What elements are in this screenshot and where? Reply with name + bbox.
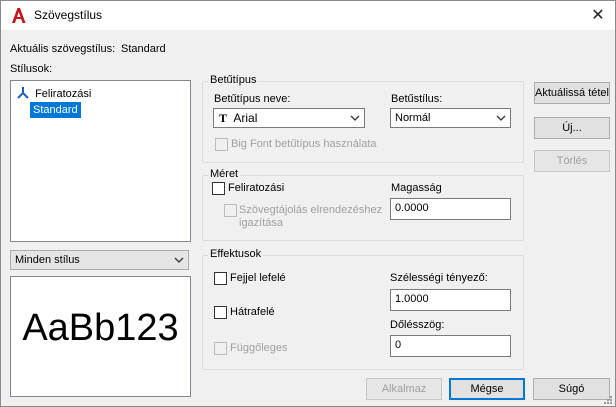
font-name-display: T Arial [219,111,257,126]
preview-text: AaBb123 [22,307,179,349]
match-orientation-label: Szövegtájolás elrendezéshez [239,204,383,216]
chevron-down-icon [350,115,360,121]
styles-label: Stílusok: [10,63,53,75]
upside-down-label: Fejjel lefelé [230,272,286,284]
text-style-dialog: Szövegstílus ✕ Aktuális szövegstílus: St… [0,0,616,407]
font-name-label: Betűtípus neve: [214,93,291,105]
effects-group-title: Effektusok [208,248,264,260]
title-bar: Szövegstílus ✕ [1,1,615,30]
annotative-checkbox[interactable] [212,182,225,195]
vertical-label: Függőleges [230,342,288,354]
close-button[interactable]: ✕ [581,1,615,30]
backwards-checkbox[interactable] [214,306,227,319]
autocad-logo-icon [12,8,26,23]
font-style-label: Betűstílus: [391,93,443,105]
vertical-checkbox[interactable] [214,342,227,355]
style-filter-select[interactable]: Minden stílus [10,250,189,270]
big-font-label: Big Font betűtípus használata [231,138,377,150]
width-factor-label: Szélességi tényező: [390,272,488,284]
list-item-label: Feliratozási [35,88,92,100]
oblique-label: Dőlésszög: [390,319,445,331]
new-style-button[interactable]: Új... [534,117,610,139]
style-preview: AaBb123 [10,276,191,397]
height-label: Magasság [391,182,442,194]
truetype-icon: T [219,111,228,125]
cancel-button[interactable]: Mégse [449,378,525,400]
font-style-select[interactable]: Normál [390,108,511,128]
list-item[interactable]: Feliratozási [17,85,91,101]
oblique-input[interactable]: 0 [390,335,511,357]
close-icon: ✕ [591,7,605,24]
font-name-select[interactable]: T Arial [213,108,365,128]
font-name-value: Arial [233,111,258,125]
match-orientation-label-2: igazítása [239,217,284,229]
match-orientation-checkbox[interactable] [224,204,237,217]
annotative-icon [17,87,29,99]
delete-style-button[interactable]: Törlés [534,150,610,172]
upside-down-checkbox[interactable] [214,272,227,285]
help-button[interactable]: Súgó [533,378,610,400]
resize-grip-icon[interactable] [604,396,613,405]
list-item[interactable]: Standard [30,102,81,118]
big-font-checkbox[interactable] [215,138,228,151]
size-group-title: Méret [208,168,241,180]
backwards-label: Hátrafelé [230,306,275,318]
current-style-label: Aktuális szövegstílus: [10,43,116,55]
styles-list[interactable]: Feliratozási Standard [10,80,191,242]
width-factor-input[interactable]: 1.0000 [390,289,511,311]
chevron-down-icon [496,115,506,121]
style-filter-value: Minden stílus [15,254,80,266]
set-current-button[interactable]: Aktuálissá tétel [534,82,610,104]
apply-button[interactable]: Alkalmaz [366,378,442,400]
window-title: Szövegstílus [34,8,103,22]
current-style-value: Standard [121,43,166,55]
font-style-value: Normál [395,112,431,124]
height-input[interactable]: 0.0000 [390,198,511,220]
font-group-title: Betűtípus [208,74,259,86]
annotative-label: Feliratozási [228,182,285,194]
chevron-down-icon [174,257,184,263]
